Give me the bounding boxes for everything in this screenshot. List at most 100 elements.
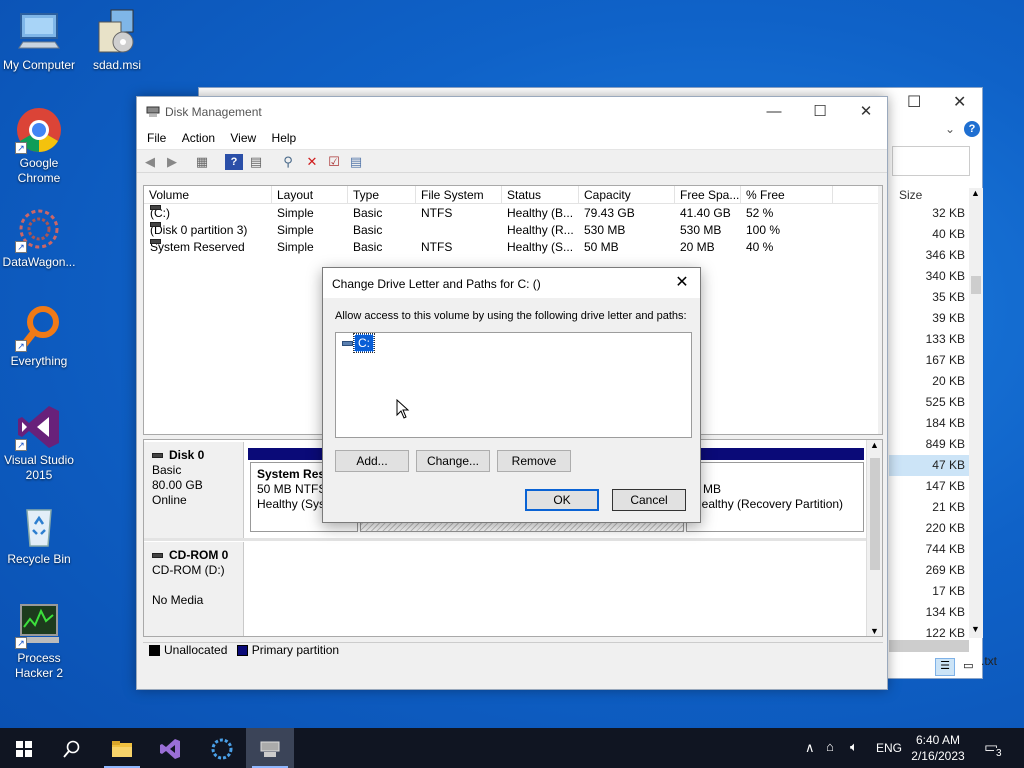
maximize-icon[interactable]: ☐ [907,92,921,112]
desktop-icon-datawagon[interactable]: ↗ DataWagon... [0,205,78,270]
file-size-cell[interactable]: 20 KB [889,371,969,392]
taskbar-network-app[interactable] [198,728,246,768]
column-header-file-system[interactable]: File System [416,186,502,204]
minimize-button[interactable]: — [751,97,797,127]
show-hidden-icons-icon[interactable]: ∧ [805,740,815,756]
file-size-cell[interactable]: 525 KB [889,392,969,413]
menu-file[interactable]: File [141,127,172,149]
change-drive-letter-dialog[interactable]: Change Drive Letter and Paths for C: () … [322,267,701,523]
volume-row[interactable]: System Reserved Simple Basic NTFS Healthy (S… [144,239,882,256]
language-indicator[interactable]: ENG [876,741,902,755]
taskbar-visual-studio[interactable] [146,728,194,768]
file-size-cell[interactable]: 147 KB [889,476,969,497]
vertical-scrollbar[interactable] [878,186,882,434]
cdrom-0-label[interactable]: CD-ROM 0 CD-ROM (D:) No Media [144,542,244,636]
file-size-cell[interactable]: 32 KB [889,203,969,224]
desktop-icon-recycle-bin[interactable]: Recycle Bin [0,502,78,567]
menu-view[interactable]: View [224,127,262,149]
desktop-icon-process-hacker[interactable]: ↗ Process Hacker 2 [0,601,78,681]
forward-arrow-icon[interactable]: ▶ [163,154,181,170]
path-item[interactable]: C: [342,333,375,353]
close-button[interactable]: ✕ [843,97,889,127]
file-size-cell[interactable]: 35 KB [889,287,969,308]
column-header-type[interactable]: Type [348,186,416,204]
taskbar-disk-management[interactable] [246,728,294,768]
vertical-scrollbar[interactable]: ▲ ▼ [969,188,983,638]
help-icon[interactable]: ? [964,121,980,137]
search-button[interactable] [48,728,96,768]
help-icon[interactable]: ? [225,154,243,170]
remove-button[interactable]: Remove [497,450,571,472]
menu-help[interactable]: Help [266,127,303,149]
maximize-button[interactable]: ☐ [797,97,843,127]
column-header-layout[interactable]: Layout [272,186,348,204]
delete-icon[interactable]: ✕ [303,154,321,170]
file-size-cell[interactable]: 744 KB [889,539,969,560]
file-size-cell[interactable]: 17 KB [889,581,969,602]
file-size-cell[interactable]: 184 KB [889,413,969,434]
scroll-down-icon[interactable]: ▼ [971,624,980,634]
paths-list[interactable]: C: [335,332,692,438]
window-title: Disk Management [165,105,262,119]
column-header-status[interactable]: Status [502,186,579,204]
desktop-icon-sdad-msi[interactable]: sdad.msi [78,8,156,73]
check-icon[interactable]: ☑ [325,154,343,170]
file-size-cell[interactable]: 167 KB [889,350,969,371]
column-header-free-space[interactable]: Free Spa... [675,186,741,204]
scroll-up-icon[interactable]: ▲ [870,440,879,450]
search-input[interactable] [892,146,970,176]
disk-0-state: Online [152,493,187,507]
file-size-cell[interactable]: 134 KB [889,602,969,623]
details-view-icon[interactable]: ☰ [935,658,955,676]
network-icon[interactable]: ⌂ [826,739,834,754]
desktop-icon-visual-studio[interactable]: ↗ Visual Studio 2015 [0,403,78,483]
desktop-icon-chrome[interactable]: ↗ Google Chrome [0,106,78,186]
add-button[interactable]: Add... [335,450,409,472]
vertical-scrollbar[interactable]: ▲ ▼ [866,440,882,636]
title-bar[interactable]: Disk Management — ☐ ✕ [137,97,887,127]
column-header-percent-free[interactable]: % Free [741,186,833,204]
volume-icon[interactable]: 🔈︎ [850,739,858,755]
file-size-cell[interactable]: 346 KB [889,245,969,266]
file-size-cell[interactable]: 39 KB [889,308,969,329]
start-button[interactable] [0,728,48,768]
scroll-down-icon[interactable]: ▼ [870,626,879,636]
scroll-up-icon[interactable]: ▲ [971,188,980,198]
partition-recovery[interactable]: 0 MB Healthy (Recovery Partition) [686,462,864,532]
ok-button[interactable]: OK [525,489,599,511]
clock[interactable]: 6:40 AM 2/16/2023 [906,732,970,764]
file-size-cell[interactable]: 21 KB [889,497,969,518]
horizontal-scrollbar[interactable] [889,640,969,652]
large-icons-view-icon[interactable]: ▭ [958,659,978,677]
show-hide-console-icon[interactable]: ▦ [193,154,211,170]
dialog-title-bar[interactable]: Change Drive Letter and Paths for C: () … [323,268,700,298]
scroll-thumb[interactable] [971,276,981,294]
menu-action[interactable]: Action [176,127,221,149]
desktop-icon-my-computer[interactable]: My Computer [0,8,78,73]
cancel-button[interactable]: Cancel [612,489,686,511]
scroll-thumb[interactable] [870,458,880,570]
file-size-cell[interactable]: 133 KB [889,329,969,350]
taskbar-file-explorer[interactable] [98,728,146,768]
file-size-cell[interactable]: 220 KB [889,518,969,539]
column-header-size[interactable]: Size [899,188,922,202]
file-size-cell[interactable]: 40 KB [889,224,969,245]
desktop-icon-everything[interactable]: ↗ Everything [0,304,78,369]
column-header-capacity[interactable]: Capacity [579,186,675,204]
connect-icon[interactable]: ⚲ [279,154,297,170]
chevron-down-icon[interactable]: ⌄ [945,122,955,136]
back-arrow-icon[interactable]: ◀ [141,154,159,170]
file-size-cell[interactable]: 269 KB [889,560,969,581]
close-icon[interactable]: ✕ [953,92,966,112]
close-icon[interactable]: ✕ [672,273,692,293]
change-button[interactable]: Change... [416,450,490,472]
file-size-cell[interactable]: 849 KB [889,434,969,455]
disk-0-label[interactable]: Disk 0 Basic 80.00 GB Online [144,442,244,538]
file-size-cell[interactable]: 340 KB [889,266,969,287]
file-size-cell[interactable]: 47 KB [889,455,969,476]
properties-icon[interactable]: ▤ [247,154,265,170]
column-header-volume[interactable]: Volume [144,186,272,204]
list-icon[interactable]: ▤ [347,154,365,170]
volume-row[interactable]: (Disk 0 partition 3) Simple Basic Healthy (… [144,222,882,239]
volume-row[interactable]: (C:) Simple Basic NTFS Healthy (B... 79.43 GB… [144,205,882,222]
